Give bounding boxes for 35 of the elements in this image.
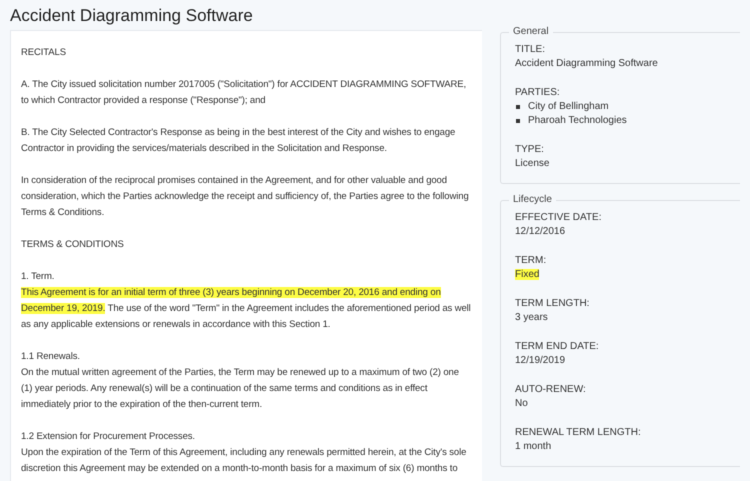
field-value: 1 month bbox=[515, 441, 552, 452]
field-value: Fixed bbox=[515, 269, 540, 280]
field-value: Accident Diagramming Software bbox=[515, 58, 658, 69]
paragraph: B. The City Selected Contractor's Response as being in the best interest of the City and wishes to engage Contractor in providing the services/materials described in the Solicitation and Response. bbox=[21, 126, 456, 156]
paragraph: RECITALS bbox=[21, 46, 67, 60]
field-label: TERM LENGTH: bbox=[515, 297, 590, 311]
field-value: 12/12/2016 bbox=[515, 226, 566, 237]
party-name: Pharoah Technologies bbox=[528, 114, 627, 128]
field-label: AUTO-RENEW: bbox=[515, 383, 587, 397]
page-title: Accident Diagramming Software bbox=[10, 5, 253, 27]
panel-legend: Lifecycle bbox=[509, 192, 556, 208]
field-label: TYPE: bbox=[515, 143, 545, 157]
panel-legend: General bbox=[509, 24, 553, 40]
field-label: TERM: bbox=[515, 254, 548, 268]
paragraph: This Agreement is for an initial term of three (3) years beginning on December 20, 2016 and ending on December 19, 2019. The use of the word "Term" in the Agreement includes the aforementioned period as well as any applicable extensions or renewals in accordance with this Section 1. bbox=[21, 286, 472, 332]
field-label: TITLE: bbox=[515, 43, 546, 57]
bullet-icon bbox=[516, 119, 520, 123]
paragraph: A. The City issued solicitation number 2017005 ("Solicitation") for ACCIDENT DIAGRAMMING SOFTWARE, to which Contractor provided a response ("Response"); and bbox=[21, 78, 467, 108]
field-label: PARTIES: bbox=[515, 86, 561, 100]
section-heading: 1. Term. bbox=[21, 270, 56, 284]
paragraph: On the mutual written agreement of the Parties, the Term may be renewed up to a maximum of two (2) one (1) year periods. Any renewal(s) will be a continuation of the same terms and conditions as in effect immediately prior to the expiration of the then-current term. bbox=[21, 366, 460, 412]
bullet-icon bbox=[516, 105, 520, 109]
field-label: EFFECTIVE DATE: bbox=[515, 211, 602, 225]
field-value: 3 years bbox=[515, 312, 548, 323]
party-name: City of Bellingham bbox=[528, 100, 609, 114]
field-value: License bbox=[515, 158, 550, 169]
paragraph: TERMS & CONDITIONS bbox=[21, 238, 125, 252]
section-heading: 1.2 Extension for Procurement Processes. bbox=[21, 430, 196, 444]
field-label: TERM END DATE: bbox=[515, 340, 600, 354]
field-value: No bbox=[515, 398, 528, 409]
section-heading: 1.1 Renewals. bbox=[21, 350, 81, 364]
paragraph: Upon the expiration of the Term of this Agreement, including any renewals permitted herein, at the City's sole discretion this Agreement may be extended on a month-to-month basis for a maximum of six (6) months to bbox=[21, 446, 468, 476]
field-label: RENEWAL TERM LENGTH: bbox=[515, 426, 642, 440]
field-value: 12/19/2019 bbox=[515, 355, 566, 366]
paragraph: In consideration of the reciprocal promises contained in the Agreement, and for other valuable and good consideration, which the Parties acknowledge the receipt and sufficiency of, the Parties agree to the following Terms & Conditions. bbox=[21, 174, 470, 220]
